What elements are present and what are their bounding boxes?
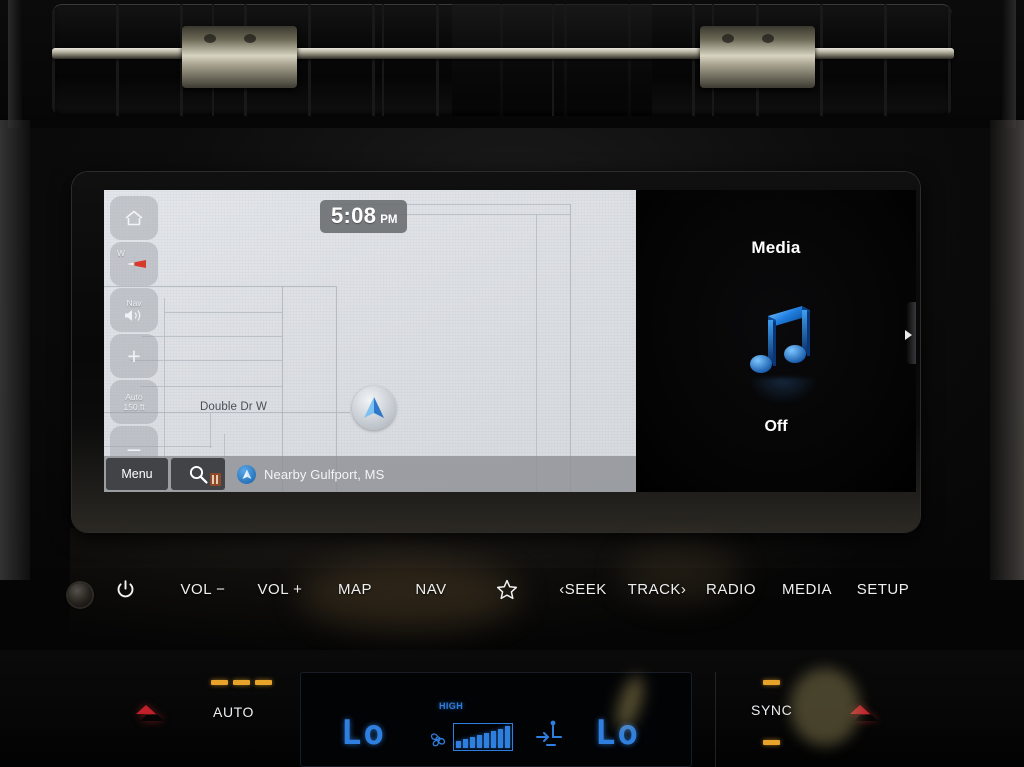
auto-indicator [255, 680, 272, 685]
favorites-button[interactable] [492, 568, 522, 610]
map-view[interactable]: Double Dr W 5:08 PM W Nav + Auto 150 ft … [104, 190, 636, 492]
map-bottom-bar[interactable]: Menu Nearby Gulfport, MS [104, 456, 636, 492]
media-button[interactable]: MEDIA [776, 568, 838, 610]
volume-up-button[interactable]: VOL + [250, 568, 310, 610]
track-button[interactable]: TRACK› [620, 568, 694, 610]
sidebar-item-compass[interactable]: W [110, 242, 158, 286]
left-side-trim [0, 120, 30, 580]
driver-temperature: Lo [341, 713, 386, 753]
auto-indicator [211, 680, 228, 685]
plus-icon: + [127, 343, 141, 369]
map-side-controls[interactable]: W Nav + Auto 150 ft – [110, 196, 158, 472]
airflow-seat-icon [536, 720, 562, 746]
media-panel-title: Media [751, 238, 801, 257]
passenger-temperature: Lo [595, 713, 640, 753]
vent-adjust-knob-right[interactable] [700, 26, 815, 88]
compass-west-label: W [117, 248, 126, 258]
climate-divider [715, 672, 716, 767]
auto-indicator [233, 680, 250, 685]
destination-text: Nearby Gulfport, MS [264, 466, 385, 482]
radio-button[interactable]: RADIO [700, 568, 762, 610]
right-side-trim [990, 120, 1024, 580]
map-road [570, 204, 571, 492]
nav-volume-label: Nav [126, 297, 142, 308]
navigation-arrow-icon [237, 464, 256, 484]
destination-display[interactable]: Nearby Gulfport, MS [237, 464, 385, 484]
media-panel[interactable]: Media Off [636, 190, 916, 492]
climate-lcd-display: Lo HIGH Lo [300, 672, 692, 767]
dash-trim-right [1002, 0, 1016, 128]
menu-button[interactable]: Menu [106, 458, 168, 490]
setup-button[interactable]: SETUP [852, 568, 914, 610]
speaker-icon [125, 309, 141, 321]
sidebar-item-home[interactable] [110, 196, 158, 240]
sync-button[interactable]: SYNC [751, 702, 792, 718]
star-icon [496, 579, 518, 599]
fan-icon [430, 733, 446, 747]
dashboard-air-vent [0, 0, 1024, 132]
auto-button[interactable]: AUTO [213, 704, 254, 720]
map-scale-distance: 150 ft [123, 402, 145, 412]
sidebar-item-nav-volume[interactable]: Nav [110, 288, 158, 332]
vent-adjust-knob-left[interactable] [182, 26, 297, 88]
map-button[interactable]: MAP [330, 568, 380, 610]
nav-button[interactable]: NAV [408, 568, 454, 610]
fan-high-label: HIGH [439, 701, 464, 711]
power-button[interactable] [108, 568, 142, 610]
fan-speed-bars[interactable] [453, 723, 513, 751]
minus-icon: – [127, 435, 141, 461]
chevron-right-icon[interactable] [905, 330, 912, 340]
home-icon [125, 210, 143, 226]
media-status: Off [764, 418, 788, 435]
clock-badge: 5:08 PM [320, 200, 408, 233]
sync-indicator [763, 680, 780, 685]
music-note-icon [744, 298, 822, 386]
poi-icon [210, 473, 221, 486]
map-road [164, 312, 282, 313]
dash-trim-left [8, 0, 22, 128]
map-scale-mode: Auto [125, 392, 143, 402]
music-note-reflection [748, 378, 818, 404]
driver-temp-up-button[interactable] [136, 705, 164, 721]
climate-control-panel[interactable]: AUTO Lo HIGH Lo SYNC [0, 650, 1024, 767]
search-button[interactable] [171, 458, 225, 490]
sidebar-item-map-scale[interactable]: Auto 150 ft [110, 380, 158, 424]
hard-button-row[interactable]: VOL − VOL + MAP NAV ‹SEEK TRACK› RADIO M… [0, 568, 1024, 628]
map-road [142, 336, 282, 337]
vehicle-position-arrow-icon [352, 386, 396, 430]
clock-time: 5:08 [331, 203, 377, 228]
power-icon [117, 579, 133, 597]
passenger-temp-up-button[interactable] [850, 705, 878, 721]
sidebar-item-zoom-in[interactable]: + [110, 334, 158, 378]
map-road [536, 214, 537, 492]
volume-down-button[interactable]: VOL − [172, 568, 234, 610]
clock-ampm: PM [380, 214, 398, 226]
seek-button[interactable]: ‹SEEK [552, 568, 614, 610]
infotainment-screen[interactable]: Double Dr W 5:08 PM W Nav + Auto 150 ft … [104, 190, 916, 492]
map-road [140, 386, 282, 387]
map-road [210, 412, 211, 448]
map-street-label: Double Dr W [200, 401, 267, 413]
magnifier-icon [189, 465, 208, 484]
sync-indicator [763, 740, 780, 745]
infotainment-photo: Double Dr W 5:08 PM W Nav + Auto 150 ft … [0, 0, 1024, 767]
